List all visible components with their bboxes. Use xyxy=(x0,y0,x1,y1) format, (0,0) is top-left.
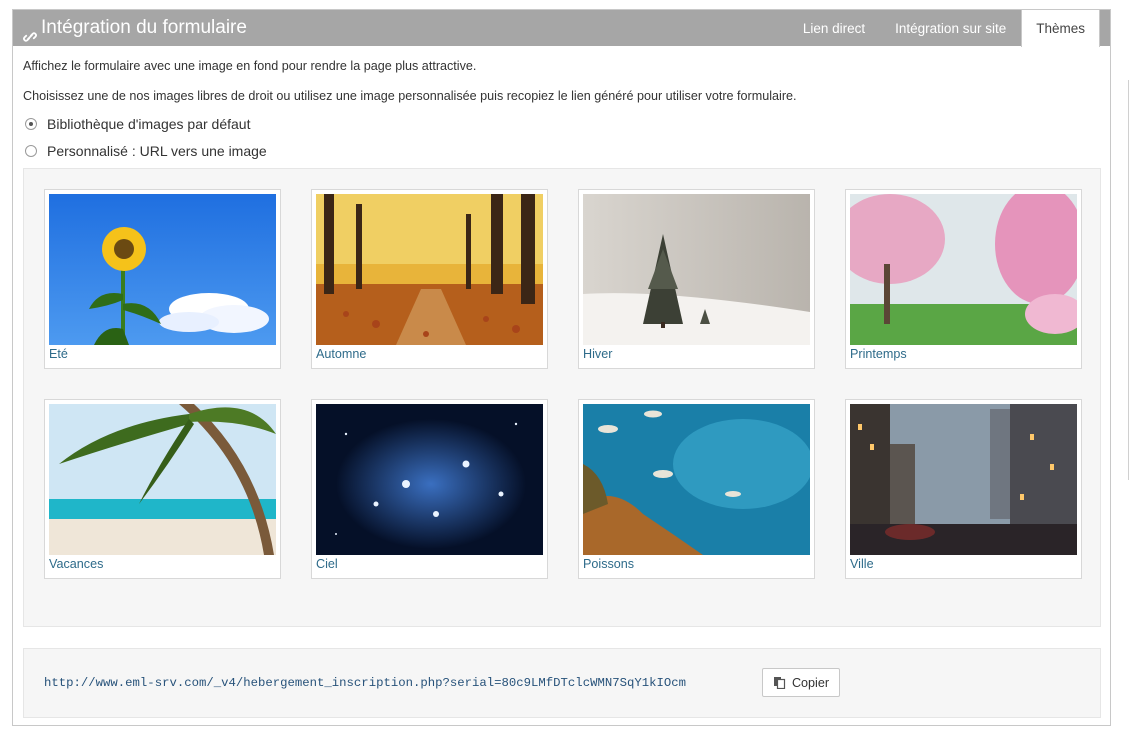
generated-url[interactable]: http://www.eml-srv.com/_v4/hebergement_i… xyxy=(44,676,686,690)
panel-header: Intégration du formulaire Lien direct In… xyxy=(13,10,1110,47)
panel-title: Intégration du formulaire xyxy=(23,10,247,46)
theme-card-automne[interactable]: Automne xyxy=(311,189,548,369)
theme-label: Eté xyxy=(49,347,68,361)
tab-site-integration[interactable]: Intégration sur site xyxy=(880,10,1021,46)
sunflower-sky-image xyxy=(49,194,276,345)
radio-button[interactable] xyxy=(25,145,37,157)
tab-bar: Lien direct Intégration sur site Thèmes xyxy=(788,10,1100,47)
theme-label: Vacances xyxy=(49,557,104,571)
intro-text-1: Affichez le formulaire avec une image en… xyxy=(23,59,477,73)
snowy-tree-image xyxy=(583,194,810,345)
radio-custom-url[interactable]: Personnalisé : URL vers une image xyxy=(25,143,267,159)
theme-card-printemps[interactable]: Printemps xyxy=(845,189,1082,369)
radio-label: Bibliothèque d'images par défaut xyxy=(47,116,251,132)
generated-url-box: http://www.eml-srv.com/_v4/hebergement_i… xyxy=(23,648,1101,718)
tab-direct-link[interactable]: Lien direct xyxy=(788,10,880,46)
theme-gallery: Eté Automne Hiver Printemps Vacances Cie… xyxy=(23,168,1101,627)
blossom-tree-image xyxy=(850,194,1077,345)
copy-button[interactable]: Copier xyxy=(762,668,840,697)
theme-label: Ciel xyxy=(316,557,338,571)
theme-card-hiver[interactable]: Hiver xyxy=(578,189,815,369)
theme-card-ciel[interactable]: Ciel xyxy=(311,399,548,579)
theme-card-ete[interactable]: Eté xyxy=(44,189,281,369)
copy-button-label: Copier xyxy=(791,675,830,690)
theme-card-vacances[interactable]: Vacances xyxy=(44,399,281,579)
theme-label: Ville xyxy=(850,557,874,571)
palm-beach-image xyxy=(49,404,276,555)
radio-default-library[interactable]: Bibliothèque d'images par défaut xyxy=(25,116,250,132)
copy-icon xyxy=(773,676,786,690)
intro-text-2: Choisissez une de nos images libres de d… xyxy=(23,89,797,103)
link-icon xyxy=(23,21,37,42)
theme-label: Printemps xyxy=(850,347,907,361)
theme-label: Automne xyxy=(316,347,367,361)
theme-label: Poissons xyxy=(583,557,635,571)
theme-card-poissons[interactable]: Poissons xyxy=(578,399,815,579)
city-street-image xyxy=(850,404,1077,555)
radio-label: Personnalisé : URL vers une image xyxy=(47,143,267,159)
autumn-forest-image xyxy=(316,194,543,345)
theme-card-ville[interactable]: Ville xyxy=(845,399,1082,579)
form-integration-panel: Intégration du formulaire Lien direct In… xyxy=(12,9,1111,726)
star-cluster-image xyxy=(316,404,543,555)
tab-themes[interactable]: Thèmes xyxy=(1021,10,1100,47)
coral-reef-fish-image xyxy=(583,404,810,555)
theme-label: Hiver xyxy=(583,347,613,361)
radio-button-checked[interactable] xyxy=(25,118,37,130)
panel-title-text: Intégration du formulaire xyxy=(41,17,247,38)
